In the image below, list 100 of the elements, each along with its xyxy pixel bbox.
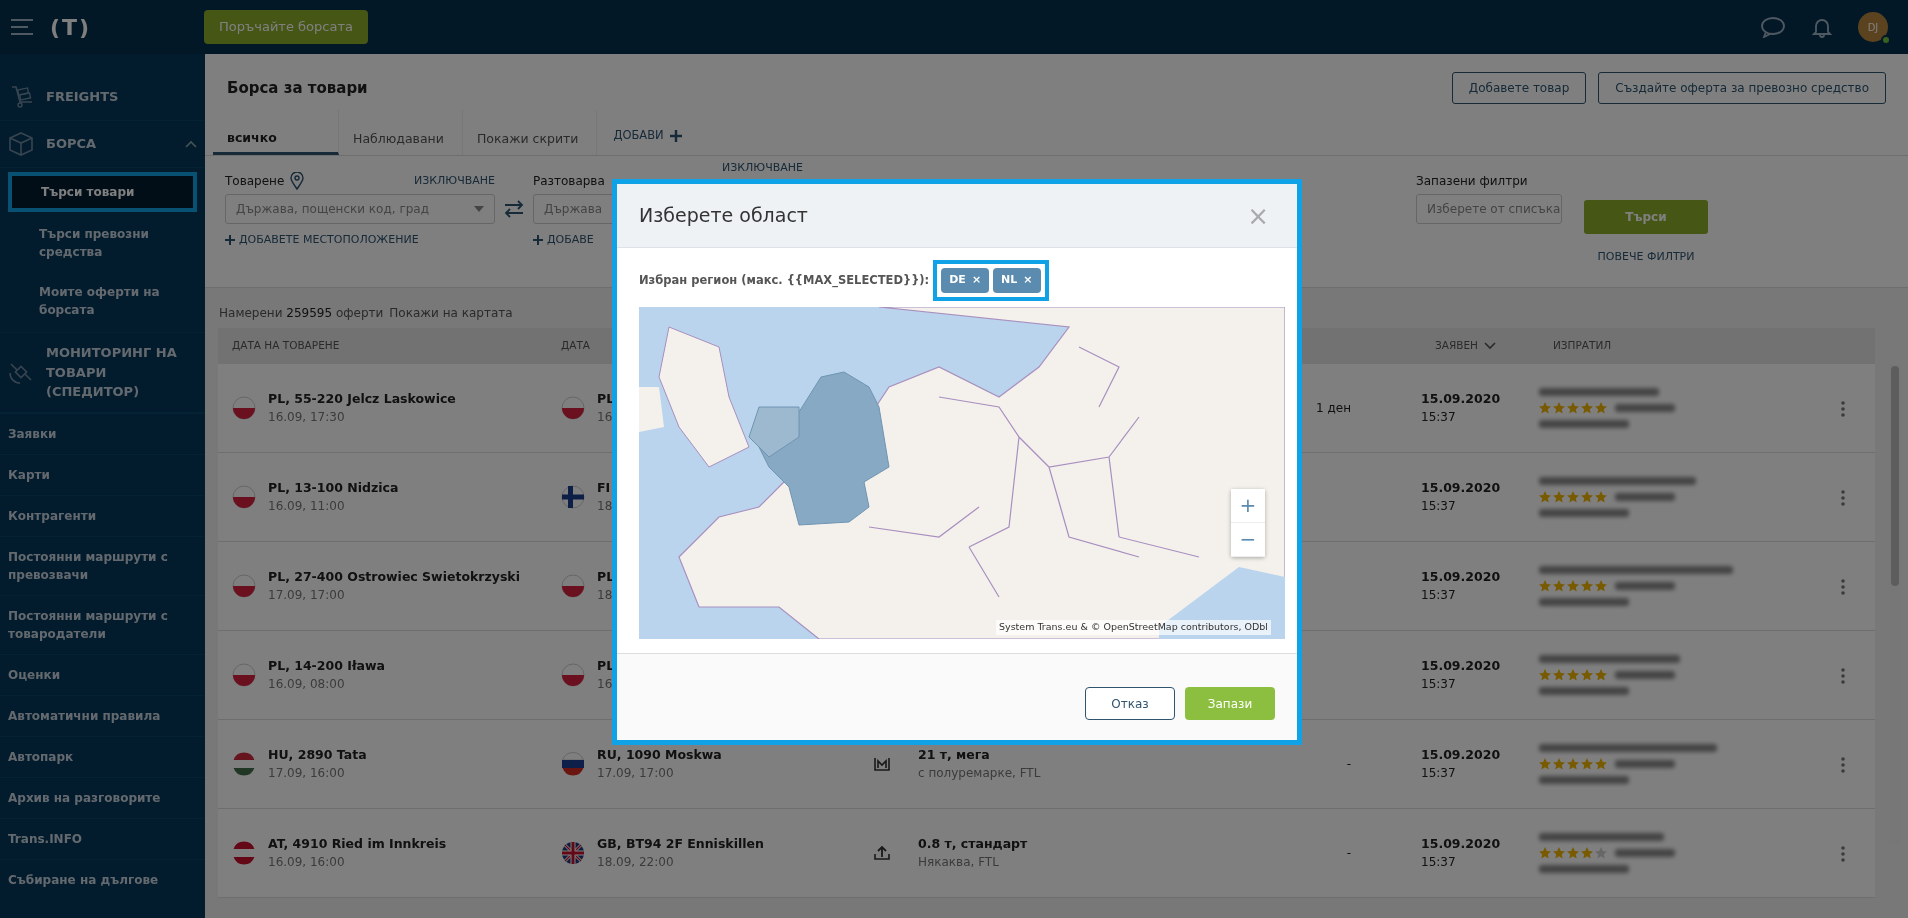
loading-time: 17.09, 17:00 [268,587,346,605]
add-location-link[interactable]: ДОБАВЕ [533,228,803,253]
more-filters-link[interactable]: ПОВЕЧЕ ФИЛТРИ [1591,248,1701,267]
star-icon [1567,758,1579,770]
loading-place: AT, 4910 Ried im Innkreis [268,834,447,853]
location-field[interactable]: Изберете от списъка [1416,194,1562,224]
exclude-link[interactable]: ИЗКЛЮЧВАНЕ [413,172,495,190]
column-header[interactable]: ДАТА [561,338,590,354]
sidebar-item[interactable]: Постоянни маршрути с товародатели [0,594,205,654]
sidebar-item[interactable]: Контрагенти [0,494,205,536]
exclude-link[interactable]: ИЗКЛЮЧВАНЕ [721,160,803,177]
zoom-in-button[interactable]: + [1231,488,1265,523]
pin-icon [290,172,305,190]
add-location-link[interactable]: ДОБАВЕТЕ МЕСТОПОЛОЖЕНИЕ [225,228,495,253]
more-options-icon [1840,756,1845,773]
star-icon [1553,758,1565,770]
star-icon [1595,491,1607,503]
sidebar-item[interactable]: Заявки [0,412,205,454]
sidebar-section[interactable]: FREIGHTS [46,87,197,107]
star-icon [1567,669,1579,681]
close-button[interactable]: × [1241,201,1275,230]
star-icon [1553,580,1565,592]
flag-icon [561,574,585,598]
unloading-time: 17.09, 17:00 [597,765,675,783]
claimed-time: 15:37 [1421,854,1457,872]
search-button[interactable]: Търси [1584,200,1708,234]
claimed-date: 15.09.2020 [1421,834,1502,853]
more-options-icon [1840,845,1845,862]
sidebar-section[interactable]: БОРСА [46,134,173,154]
header-button[interactable]: Добавете товар [1451,72,1587,104]
column-header[interactable]: ЗАЯВЕН [1435,338,1478,354]
header-button[interactable]: Създайте оферта за превозно средство [1598,72,1886,104]
claimed-date: 15.09.2020 [1421,745,1502,764]
cargo-size: 0.8 т, стандарт [918,834,1028,853]
field-label: Товарене [225,173,285,190]
sidebar-item[interactable]: Търси превозни средства [8,216,197,270]
more-options-icon [1840,667,1845,684]
sidebar-item[interactable]: Постоянни маршрути с превозвачи [0,535,205,595]
star-icon [1539,580,1551,592]
plus-icon [669,129,682,142]
user-avatar[interactable]: DJ [1858,12,1888,42]
map-attribution: System Trans.eu & [999,621,1089,633]
sidebar-item[interactable]: Оценки [0,653,205,695]
star-icon [1581,580,1593,592]
star-icon [1539,669,1551,681]
region-chip[interactable]: NL × [993,268,1041,293]
page-title: Борса за товари [227,77,369,99]
star-icon [1553,402,1565,414]
loading-time: 16.09, 16:00 [268,854,346,872]
more-options-icon [1840,400,1845,417]
star-icon [1581,847,1593,859]
zoom-out-button[interactable]: − [1231,522,1265,557]
flag-icon [561,485,585,509]
sort-caret-icon [1483,342,1496,350]
sidebar-item[interactable]: Автоматични правила [0,694,205,736]
unloading-place: FI [597,478,612,497]
flag-icon [232,574,256,598]
sidebar-item[interactable]: Събиране на дългове [0,858,205,900]
tab[interactable]: Покажи скрити [462,110,598,155]
sidebar-section[interactable]: МОНИТОРИНГ НА ТОВАРИ (СПЕДИТОР) [46,343,197,402]
region-chip[interactable]: DE × [941,268,990,293]
tab[interactable]: Наблюдавани [339,110,463,155]
flag-icon [232,663,256,687]
star-icon [1595,402,1607,414]
flag-icon [232,752,256,776]
openstreetmap-link[interactable]: © OpenStreetMap contributors, ODbl [1090,621,1268,633]
sidebar-item[interactable]: Автопарк [0,735,205,777]
sidebar-item[interactable]: Архив на разговорите [0,776,205,818]
period-text: 1 ден [1316,401,1351,415]
loading-time: 16.09, 08:00 [268,676,346,694]
cancel-button[interactable]: Отказ [1085,687,1175,720]
claimed-time: 15:37 [1421,587,1457,605]
location-field[interactable]: Държава, пощенски код, град [225,194,495,224]
flag-icon [561,663,585,687]
unloading-time: 18.09, 22:00 [597,854,675,872]
sidebar-item[interactable]: Карти [0,453,205,495]
claimed-date: 15.09.2020 [1421,656,1502,675]
unloading-time: 16 [597,409,614,427]
sidebar-item[interactable]: Търси товари [8,172,197,212]
add-tab-button[interactable]: ДОБАВИ [597,110,698,155]
claimed-time: 15:37 [1421,765,1457,783]
save-button[interactable]: Запази [1185,687,1275,720]
show-on-map-link[interactable]: Покажи на картата [389,304,513,322]
star-icon [1595,669,1607,681]
column-header[interactable]: ИЗПРАТИЛ [1553,338,1612,354]
loading-place: PL, 27-400 Ostrowiec Swietokrzyski [268,567,520,586]
column-header[interactable]: ДАТА НА ТОВАРЕНЕ [232,338,340,354]
flag-icon [232,841,256,865]
claimed-date: 15.09.2020 [1421,567,1502,586]
sidebar-item[interactable]: Моите оферти на борсата [8,274,197,328]
bell-icon [1812,16,1832,38]
unloading-place: GB, BT94 2F Enniskillen [597,834,764,853]
order-exchange-button[interactable]: Поръчайте борсата [204,10,368,44]
star-icon [1539,491,1551,503]
dialog-title: Изберете област [639,203,809,229]
field-label: Разтоварва [533,173,605,190]
flag-icon [561,752,585,776]
dropdown-caret-icon [474,206,484,212]
star-icon [1567,402,1579,414]
sidebar-item[interactable]: Trans.INFO [0,817,205,859]
